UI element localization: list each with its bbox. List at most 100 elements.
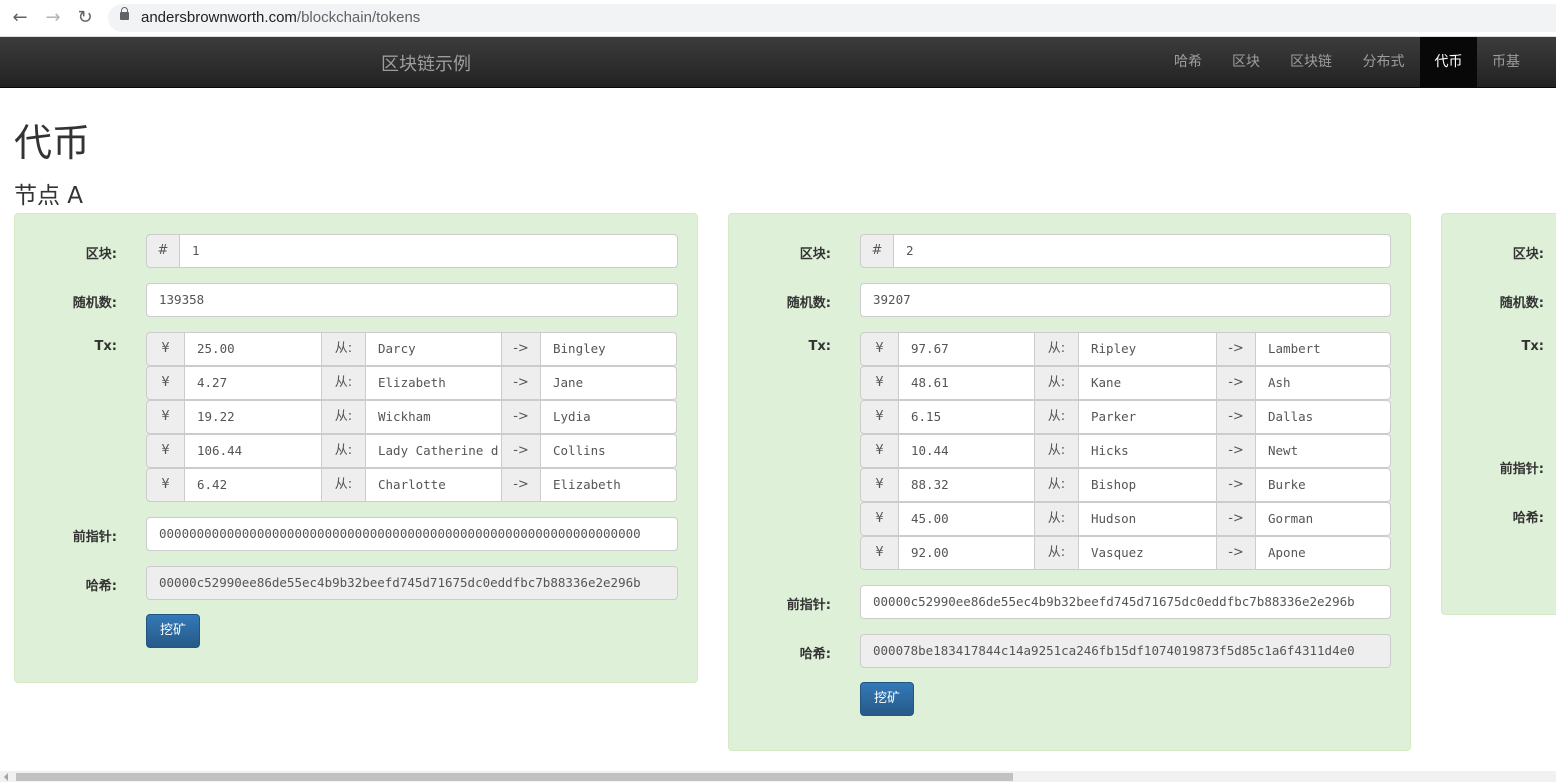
scroll-left-icon[interactable] (4, 773, 8, 781)
tx-from-input[interactable]: Hudson (1078, 502, 1217, 536)
tx-amount-input[interactable]: 92.00 (898, 536, 1035, 570)
hash-output: 000078be183417844c14a9251ca246fb15df1074… (860, 634, 1391, 668)
tx-from-input[interactable]: Darcy (365, 332, 502, 366)
reload-icon[interactable]: ↻ (74, 8, 96, 28)
tx-row: ¥ 25.00 从: Darcy -> Bingley (146, 332, 678, 366)
address-bar[interactable]: andersbrownworth.com/blockchain/tokens (108, 4, 1556, 32)
tx-to-input[interactable]: Apone (1255, 536, 1391, 570)
tx-to-input[interactable]: Jane (540, 366, 677, 400)
tx-amount-input[interactable]: 88.32 (898, 468, 1035, 502)
nav-item-hash[interactable]: 哈希 (1159, 37, 1217, 87)
tx-to-input[interactable]: Newt (1255, 434, 1391, 468)
from-addon: 从: (1034, 332, 1079, 366)
mine-button[interactable]: 挖矿 (146, 614, 200, 648)
nav-item-blockchain[interactable]: 区块链 (1275, 37, 1347, 87)
tx-to-input[interactable]: Dallas (1255, 400, 1391, 434)
from-addon: 从: (321, 332, 366, 366)
tx-from-input[interactable]: Parker (1078, 400, 1217, 434)
tx-to-input[interactable]: Elizabeth (540, 468, 677, 502)
tx-amount-input[interactable]: 25.00 (184, 332, 322, 366)
lock-icon (120, 7, 129, 20)
arrow-addon: -> (501, 434, 541, 468)
hash-sign-addon: # (146, 234, 180, 268)
nav-item-coinbase[interactable]: 币基 (1477, 37, 1535, 87)
tx-amount-input[interactable]: 6.15 (898, 400, 1035, 434)
from-addon: 从: (1034, 536, 1079, 570)
tx-to-input[interactable]: Burke (1255, 468, 1391, 502)
tx-row: ¥ 6.42 从: Charlotte -> Elizabeth (146, 468, 678, 502)
yen-icon: ¥ (860, 468, 899, 502)
block-label: 区块: (85, 247, 117, 262)
url-text: andersbrownworth.com/blockchain/tokens (141, 9, 421, 26)
block-label: 区块: (1512, 247, 1544, 262)
yen-icon: ¥ (860, 366, 899, 400)
tx-row: ¥ 106.44 从: Lady Catherine d -> Collins (146, 434, 678, 468)
tx-amount-input[interactable]: 48.61 (898, 366, 1035, 400)
prev-label: 前指针: (786, 598, 831, 613)
tx-to-input[interactable]: Lambert (1255, 332, 1391, 366)
block-card-2: 区块: # 2 随机数: 39207 Tx: ¥ 97.67 从: Ripley… (728, 213, 1411, 751)
tx-amount-input[interactable]: 19.22 (184, 400, 322, 434)
forward-arrow-icon[interactable]: → (42, 8, 64, 28)
from-addon: 从: (1034, 502, 1079, 536)
tx-from-input[interactable]: Bishop (1078, 468, 1217, 502)
tx-amount-input[interactable]: 45.00 (898, 502, 1035, 536)
block-number-group: # 1 (146, 234, 678, 268)
yen-icon: ¥ (860, 332, 899, 366)
hash-label: 哈希: (799, 647, 831, 662)
tx-from-input[interactable]: Ripley (1078, 332, 1217, 366)
tx-amount-input[interactable]: 4.27 (184, 366, 322, 400)
yen-icon: ¥ (860, 434, 899, 468)
tx-to-input[interactable]: Collins (540, 434, 677, 468)
yen-icon: ¥ (860, 502, 899, 536)
nonce-input[interactable]: 139358 (146, 283, 678, 317)
tx-to-input[interactable]: Gorman (1255, 502, 1391, 536)
nonce-label: 随机数: (786, 296, 831, 311)
browser-toolbar: ← → ↻ andersbrownworth.com/blockchain/to… (0, 0, 1556, 37)
yen-icon: ¥ (146, 366, 185, 400)
nonce-input[interactable]: 39207 (860, 283, 1391, 317)
mine-button[interactable]: 挖矿 (860, 682, 914, 716)
from-addon: 从: (321, 468, 366, 502)
yen-icon: ¥ (146, 468, 185, 502)
horizontal-scrollbar[interactable] (0, 771, 1556, 782)
block-card-1: 区块: # 1 随机数: 139358 Tx: ¥ 25.00 从: Darcy… (14, 213, 698, 683)
tx-from-input[interactable]: Lady Catherine d (365, 434, 502, 468)
yen-icon: ¥ (146, 434, 185, 468)
tx-from-input[interactable]: Hicks (1078, 434, 1217, 468)
tx-amount-input[interactable]: 6.42 (184, 468, 322, 502)
scrollbar-thumb[interactable] (16, 773, 1013, 781)
tx-to-input[interactable]: Bingley (540, 332, 677, 366)
tx-row: ¥ 10.44 从: Hicks -> Newt (860, 434, 1391, 468)
nav-item-block[interactable]: 区块 (1217, 37, 1275, 87)
tx-to-input[interactable]: Ash (1255, 366, 1391, 400)
page-title: 代币 (14, 121, 91, 165)
arrow-addon: -> (1216, 400, 1256, 434)
tx-from-input[interactable]: Charlotte (365, 468, 502, 502)
nav-item-distributed[interactable]: 分布式 (1347, 37, 1420, 87)
tx-to-input[interactable]: Lydia (540, 400, 677, 434)
tx-amount-input[interactable]: 106.44 (184, 434, 322, 468)
brand-link[interactable]: 区块链示例 (381, 50, 471, 76)
arrow-addon: -> (1216, 434, 1256, 468)
from-addon: 从: (1034, 366, 1079, 400)
tx-amount-input[interactable]: 97.67 (898, 332, 1035, 366)
tx-from-input[interactable]: Elizabeth (365, 366, 502, 400)
tx-from-input[interactable]: Kane (1078, 366, 1217, 400)
block-number-group: # 2 (860, 234, 1391, 268)
back-arrow-icon[interactable]: ← (9, 8, 31, 28)
arrow-addon: -> (501, 468, 541, 502)
tx-label: Tx: (1521, 339, 1544, 354)
from-addon: 从: (321, 366, 366, 400)
nav-item-tokens[interactable]: 代币 (1420, 37, 1477, 87)
tx-amount-input[interactable]: 10.44 (898, 434, 1035, 468)
block-number-input[interactable]: 1 (179, 234, 678, 268)
prev-hash-input[interactable]: 0000000000000000000000000000000000000000… (146, 517, 678, 551)
yen-icon: ¥ (860, 536, 899, 570)
tx-from-input[interactable]: Wickham (365, 400, 502, 434)
block-number-input[interactable]: 2 (893, 234, 1391, 268)
tx-from-input[interactable]: Vasquez (1078, 536, 1217, 570)
arrow-addon: -> (501, 400, 541, 434)
arrow-addon: -> (1216, 366, 1256, 400)
prev-hash-input[interactable]: 00000c52990ee86de55ec4b9b32beefd745d7167… (860, 585, 1391, 619)
